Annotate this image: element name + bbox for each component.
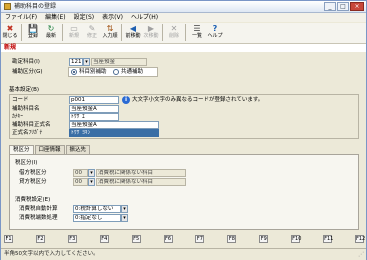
tool-close-button[interactable]: ✖ 閉じる [1, 23, 19, 42]
new-icon: ▭ [70, 24, 78, 33]
save-icon: 💾 [28, 24, 38, 33]
resize-grip-icon[interactable]: ⋰ [358, 251, 364, 259]
tool-order-button[interactable]: ⇅ 入力順 [101, 23, 119, 42]
window-title: 補助科目の登録 [14, 3, 57, 10]
menu-help[interactable]: ヘルプ(H) [127, 13, 162, 22]
app-icon [4, 3, 11, 10]
toolbar: ✖ 閉じる 💾 登録 ↻ 最新 ▭ 新規 ✎ 修正 ⇅ 入力順 ◀ 前移動 ▶ 次移動 ✕ 削除 … [1, 23, 366, 44]
code-note: 大文字小文字のみ異なるコードが登録されています。 [132, 97, 264, 103]
status-text: 半角50文字以内で入力してください。 [4, 251, 99, 257]
subtype-label: 補助区分(G) [12, 69, 43, 75]
tool-save-button[interactable]: 💾 登録 [24, 23, 42, 42]
fkey-f10[interactable]: F10 [291, 235, 301, 243]
auto-calc-label: 消費税自動計算 [19, 206, 58, 212]
tool-new-button[interactable]: ▭ 新規 [65, 23, 83, 42]
credit-tax-code-field[interactable]: 00 [73, 178, 88, 186]
status-bar: 半角50文字以内で入力してください。 ⋰ [1, 248, 366, 260]
formal-name-field[interactable]: 当座預金A [69, 121, 159, 129]
fkey-f12[interactable]: F12 [354, 235, 365, 243]
code-field[interactable]: p001 [69, 96, 119, 104]
credit-tax-dropdown-button[interactable]: ▾ [88, 178, 95, 186]
tab-transfer[interactable]: 振込先 [65, 145, 91, 154]
menu-settings[interactable]: 設定(S) [70, 13, 99, 22]
tab-panel [9, 154, 359, 230]
fkey-f11[interactable]: F11 [323, 235, 333, 243]
tab-account-info[interactable]: 口座情報 [34, 145, 65, 154]
close-window-button[interactable]: × [350, 2, 364, 11]
kana-label: ｶﾅｷｰ [12, 114, 24, 120]
subtype-radio-account[interactable] [71, 69, 77, 75]
list-icon: ☰ [193, 24, 201, 33]
minimize-button[interactable]: _ [324, 2, 336, 11]
tool-edit-button[interactable]: ✎ 修正 [83, 23, 101, 42]
move-next-icon: ▶ [147, 24, 155, 33]
fkey-f3[interactable]: F3 [67, 235, 77, 243]
refresh-icon: ↻ [47, 24, 55, 33]
name-label: 補助科目名 [12, 106, 40, 112]
rounding-label: 消費税端数処理 [19, 215, 58, 221]
tool-list-button[interactable]: ☰ 一覧 [188, 23, 206, 42]
formal-kana-field[interactable]: ﾄｳｻﾞﾖｷﾝ [69, 129, 159, 137]
mode-label: 新規 [4, 44, 17, 51]
name-field[interactable]: 当座預金A [69, 105, 119, 113]
debit-tax-label: 借方税区分 [19, 170, 47, 176]
menu-edit[interactable]: 編集(E) [41, 13, 69, 22]
subtype-option-account: 科目別補助 [79, 69, 107, 75]
menu-file[interactable]: ファイル(F) [1, 13, 41, 22]
close-icon: ✖ [6, 24, 14, 33]
fkey-f4[interactable]: F4 [99, 235, 109, 243]
auto-calc-dropdown-button[interactable]: ▾ [121, 205, 128, 213]
formal-name-label: 補助科目正式名 [12, 122, 51, 128]
move-prev-icon: ◀ [129, 24, 137, 33]
account-dropdown-button[interactable]: ▾ [83, 58, 90, 66]
subtype-option-common: 共通補助 [121, 69, 144, 75]
account-label: 勘定科目(I) [12, 59, 40, 65]
fkey-f8[interactable]: F8 [227, 235, 237, 243]
code-label: コード [12, 97, 29, 103]
fkey-f2[interactable]: F2 [35, 235, 45, 243]
subtype-radio-common[interactable] [113, 69, 119, 75]
order-icon: ⇅ [106, 24, 114, 33]
debit-tax-code-field[interactable]: 00 [73, 169, 88, 177]
credit-tax-label: 貸方税区分 [19, 179, 47, 185]
delete-icon: ✕ [170, 24, 178, 33]
fkey-f9[interactable]: F9 [259, 235, 269, 243]
rounding-select[interactable]: 0:指定なし [73, 214, 121, 222]
calc-section-label: 消費税設定(E) [15, 197, 51, 203]
debit-tax-dropdown-button[interactable]: ▾ [88, 169, 95, 177]
basic-section-label: 基本設定(B) [9, 87, 40, 93]
function-key-bar: F1 F2 F3 F4 F5 F6 F7 F8 F9 F10 F11 F12 [4, 235, 365, 244]
menu-bar: ファイル(F) 編集(E) 設定(S) 表示(V) ヘルプ(H) [1, 13, 366, 22]
menu-view[interactable]: 表示(V) [98, 13, 127, 22]
account-name-field: 当座預金 [91, 58, 147, 66]
fkey-f6[interactable]: F6 [163, 235, 173, 243]
mode-bar: 新規 [1, 44, 366, 52]
main-window: 補助科目の登録 _ □ × ファイル(F) 編集(E) 設定(S) 表示(V) … [0, 0, 367, 260]
fkey-f1[interactable]: F1 [4, 235, 13, 243]
tool-delete-button[interactable]: ✕ 削除 [165, 23, 183, 42]
auto-calc-select[interactable]: 0:税計算しない [73, 205, 121, 213]
kana-field[interactable]: ﾄｳｻﾞｴ [69, 113, 119, 121]
fkey-f7[interactable]: F7 [195, 235, 205, 243]
formal-kana-label: 正式名ﾌﾘｶﾞﾅ [12, 130, 43, 136]
tax-section-label: 税区分(I) [15, 160, 38, 166]
title-bar[interactable]: 補助科目の登録 _ □ × [1, 1, 366, 13]
tool-help-button[interactable]: ? ヘルプ [206, 23, 224, 42]
maximize-button[interactable]: □ [337, 2, 349, 11]
fkey-f5[interactable]: F5 [131, 235, 141, 243]
edit-icon: ✎ [88, 24, 96, 33]
help-icon: ? [212, 24, 218, 33]
rounding-dropdown-button[interactable]: ▾ [121, 214, 128, 222]
info-icon: i [122, 96, 130, 104]
credit-tax-name-field: 消費税に関係ない科目 [96, 178, 186, 186]
tool-move-prev-button[interactable]: ◀ 前移動 [124, 23, 142, 42]
tool-move-next-button[interactable]: ▶ 次移動 [142, 23, 160, 42]
debit-tax-name-field: 消費税に関係ない科目 [96, 169, 186, 177]
account-code-field[interactable]: 121 [69, 58, 83, 66]
tool-refresh-button[interactable]: ↻ 最新 [42, 23, 60, 42]
